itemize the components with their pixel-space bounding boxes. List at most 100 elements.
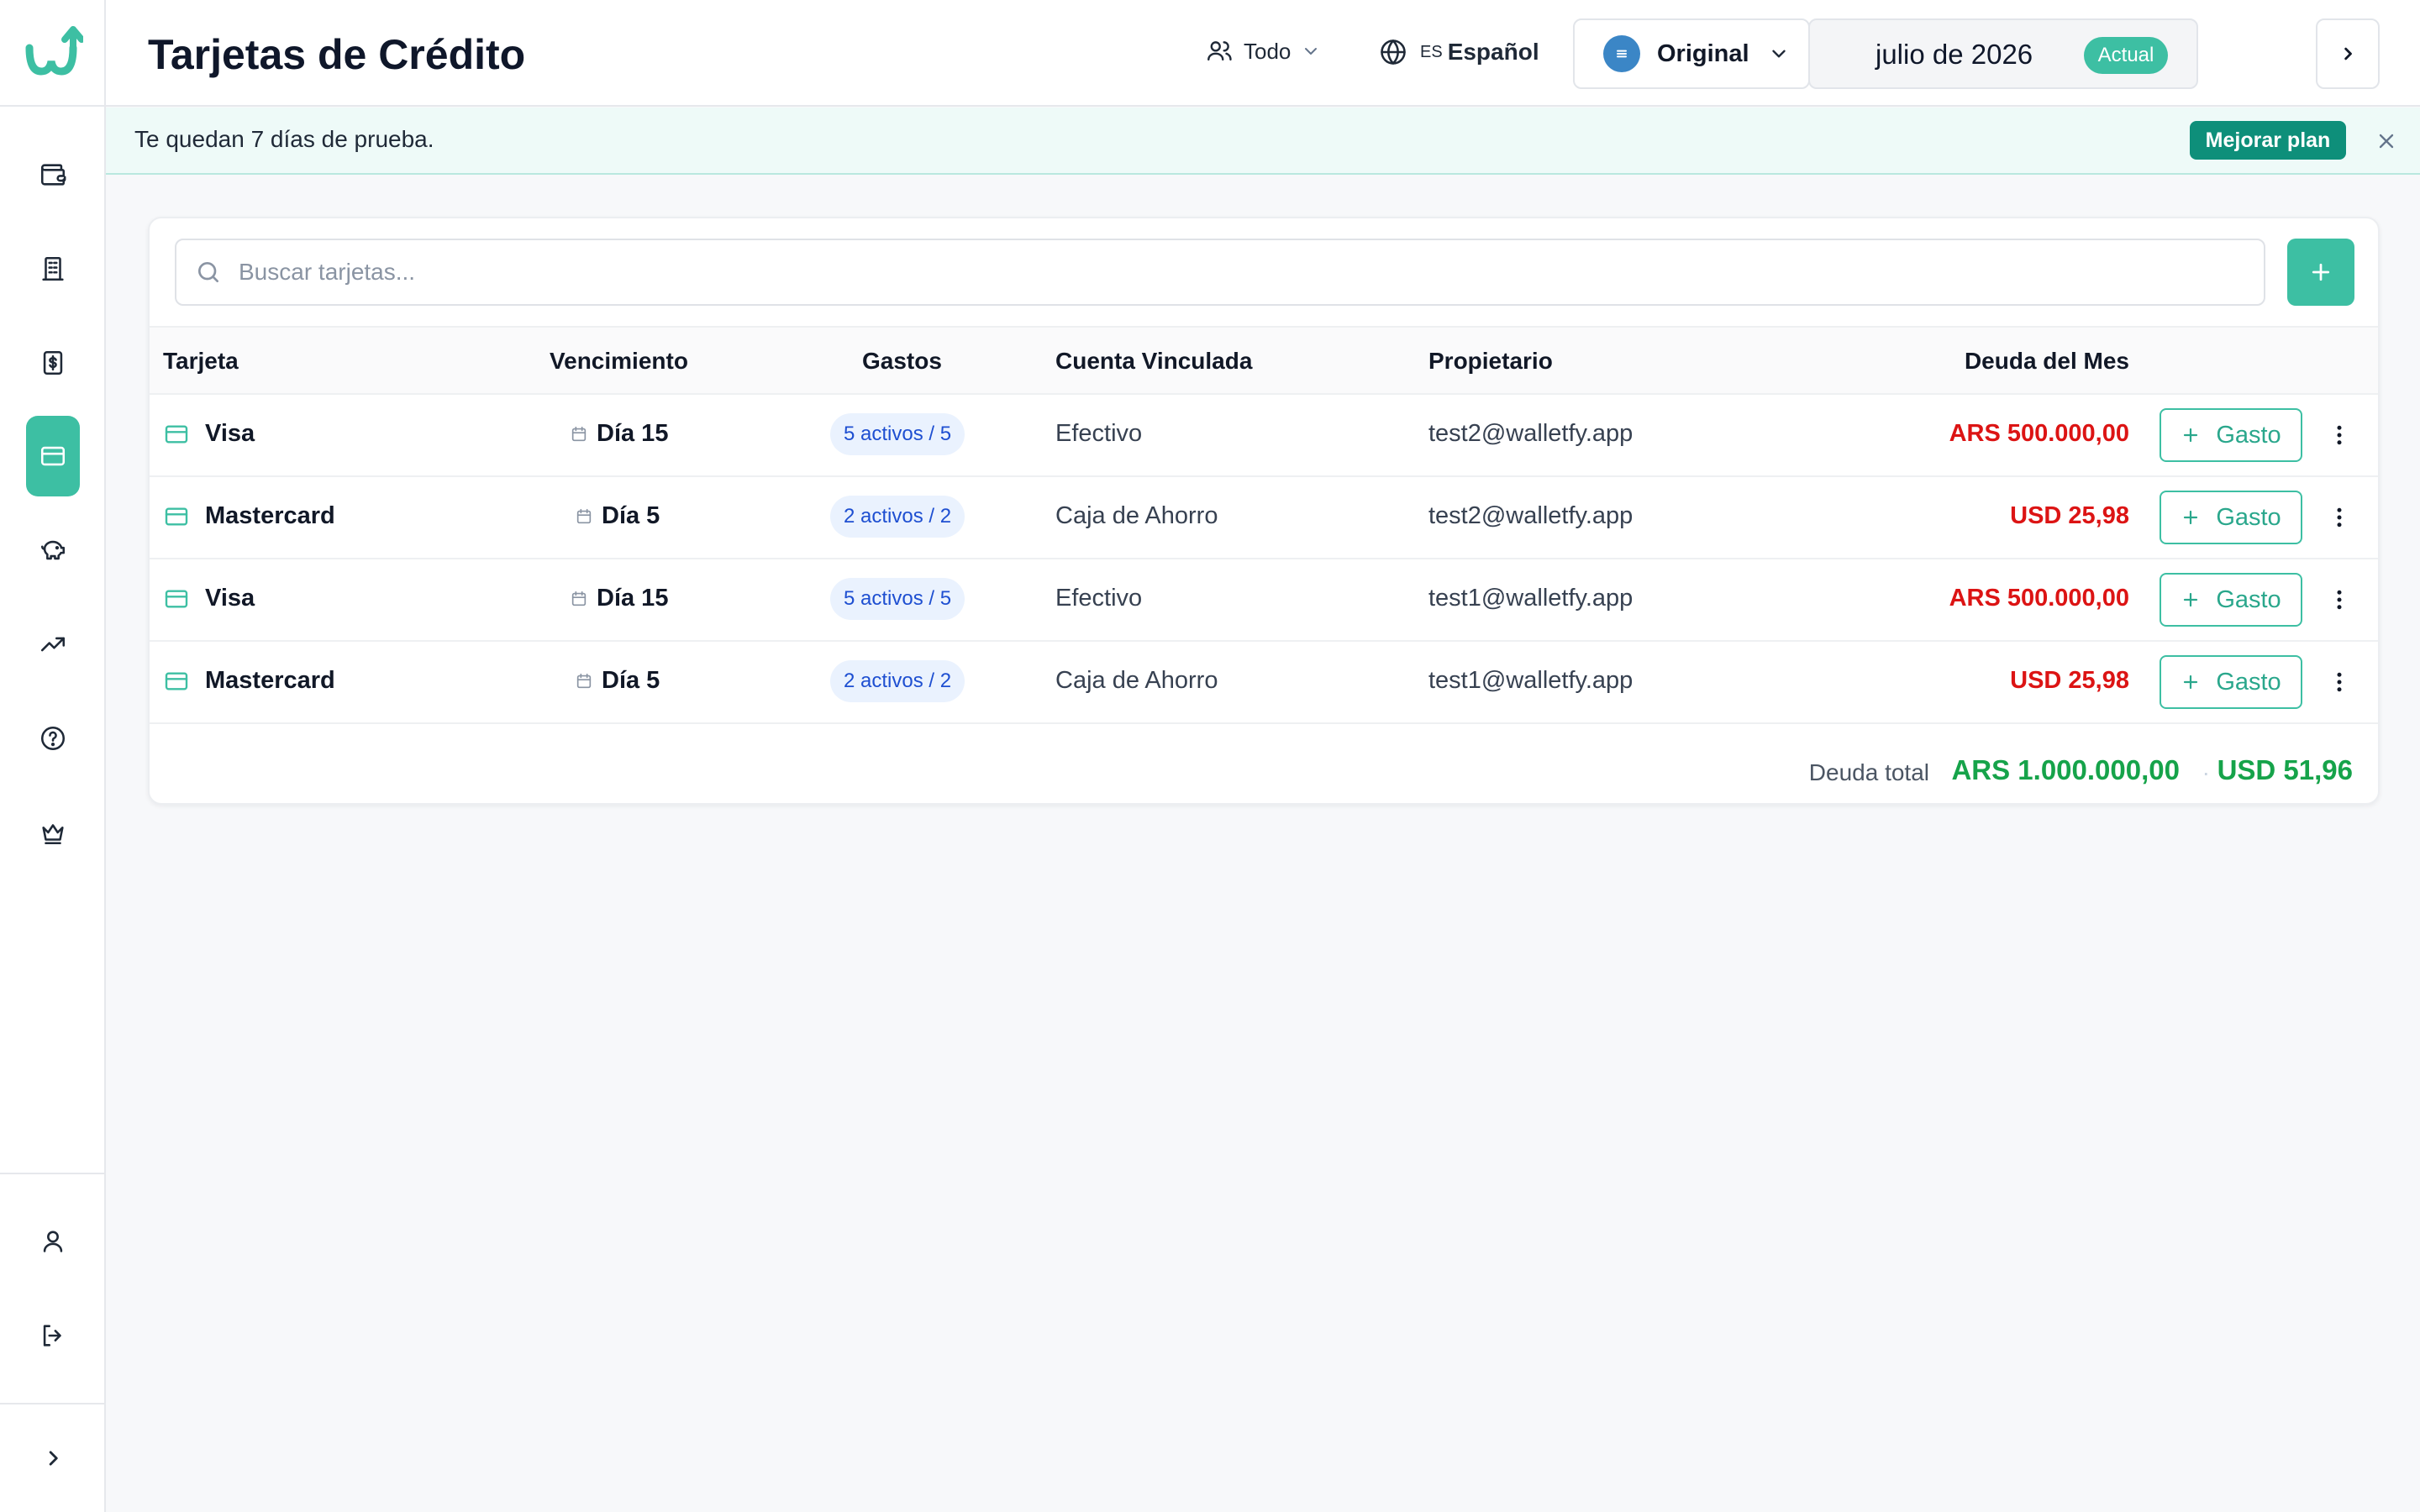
row-menu-button[interactable] [2323, 665, 2356, 699]
search-icon [198, 262, 218, 282]
table-row[interactable]: Mastercard Día 5 2 activos / 2 Caja de A… [150, 642, 2378, 724]
chevron-down-icon [1771, 50, 1786, 58]
linked-account: Caja de Ahorro [1055, 502, 1218, 529]
owner-email: test2@walletfy.app [1428, 420, 1634, 447]
add-expense-button[interactable]: Gasto [2160, 573, 2302, 627]
scope-label: Todo [1244, 38, 1292, 64]
linked-account: Caja de Ahorro [1055, 667, 1218, 694]
sidebar [0, 0, 106, 1512]
sidebar-item-profile[interactable] [26, 1201, 80, 1282]
chevron-right-icon [49, 1451, 58, 1466]
add-card-button[interactable] [2287, 239, 2354, 306]
table-row[interactable]: Visa Día 15 5 activos / 5 Efectivo test1… [150, 559, 2378, 642]
plus-icon [2184, 428, 2198, 443]
column-header-expenses[interactable]: Gastos [862, 348, 942, 375]
column-header-owner[interactable]: Propietario [1428, 348, 1553, 375]
column-header-debt[interactable]: Deuda del Mes [1965, 348, 2129, 375]
more-vertical-icon [2337, 672, 2342, 692]
row-menu-button[interactable] [2323, 501, 2356, 534]
sidebar-item-premium[interactable] [26, 792, 80, 873]
close-icon [2379, 134, 2394, 149]
add-expense-button[interactable]: Gasto [2160, 408, 2302, 462]
upgrade-plan-button[interactable]: Mejorar plan [2190, 121, 2346, 160]
plus-icon [2312, 263, 2330, 281]
sidebar-item-savings[interactable] [26, 510, 80, 591]
linked-account: Efectivo [1055, 420, 1143, 447]
month-debt: USD 25,98 [2010, 667, 2129, 694]
crown-icon [42, 824, 64, 845]
users-icon [1207, 41, 1232, 61]
bank-icon [42, 256, 64, 281]
sidebar-divider [0, 1173, 106, 1174]
row-menu-button[interactable] [2323, 583, 2356, 617]
plus-icon [2184, 592, 2198, 607]
row-menu-button[interactable] [2323, 418, 2356, 452]
sidebar-item-transactions[interactable] [26, 323, 80, 403]
credit-card-icon [165, 671, 188, 690]
owner-email: test1@walletfy.app [1428, 585, 1634, 612]
search-input[interactable] [239, 259, 2171, 286]
app-logo[interactable] [0, 0, 106, 107]
calendar-icon [571, 426, 587, 441]
view-mode-selector[interactable]: Original [1573, 18, 1810, 89]
linked-account: Efectivo [1055, 585, 1143, 612]
calendar-icon [571, 591, 587, 606]
calendar-icon [576, 508, 592, 523]
due-cell: Día 15 [570, 585, 668, 612]
owner-email: test2@walletfy.app [1428, 502, 1634, 529]
sidebar-item-accounts[interactable] [26, 228, 80, 309]
language-selector[interactable]: ES Español [1378, 37, 1539, 67]
trial-message: Te quedan 7 días de prueba. [134, 126, 434, 152]
scope-selector[interactable]: Todo [1205, 37, 1321, 66]
sidebar-item-wallets[interactable] [26, 134, 80, 215]
top-bar: Tarjetas de Crédito Todo ES Español Orig… [106, 0, 2420, 107]
search-box[interactable] [175, 239, 2265, 306]
expenses-badge[interactable]: 2 activos / 2 [830, 660, 965, 702]
sidebar-item-logout[interactable] [26, 1295, 80, 1376]
expenses-badge[interactable]: 5 activos / 5 [830, 578, 965, 620]
table-row[interactable]: Visa Día 15 5 activos / 5 Efectivo test2… [150, 395, 2378, 477]
due-cell: Día 5 [575, 667, 660, 695]
column-header-due[interactable]: Vencimiento [550, 348, 688, 375]
due-day: Día 15 [597, 420, 669, 447]
sidebar-item-credit-cards[interactable] [26, 416, 80, 496]
language-label: Español [1447, 39, 1539, 65]
month-debt: ARS 500.000,00 [1949, 420, 2129, 447]
expenses-badge[interactable]: 2 activos / 2 [830, 496, 965, 538]
next-month-button[interactable] [2316, 18, 2380, 89]
banner-close-button[interactable] [2370, 124, 2403, 158]
due-cell: Día 5 [575, 502, 660, 530]
column-header-account[interactable]: Cuenta Vinculada [1055, 348, 1252, 375]
credit-card-icon [165, 589, 188, 608]
credit-card-icon [40, 446, 66, 466]
logout-icon [43, 1325, 61, 1347]
month-display[interactable]: julio de 2026 Actual [1808, 18, 2198, 89]
due-day: Día 5 [602, 667, 660, 694]
sidebar-item-help[interactable] [26, 698, 80, 779]
sidebar-item-reports[interactable] [26, 604, 80, 685]
total-separator: · [2202, 759, 2210, 785]
column-header-card[interactable]: Tarjeta [163, 348, 239, 375]
table-header: Tarjeta Vencimiento Gastos Cuenta Vincul… [150, 326, 2378, 395]
owner-email: test1@walletfy.app [1428, 667, 1634, 694]
add-expense-label: Gasto [2216, 668, 2281, 696]
plus-icon [2184, 510, 2198, 525]
piggy-bank-icon [40, 540, 66, 560]
card-name: Mastercard [205, 502, 335, 529]
expenses-badge[interactable]: 5 activos / 5 [830, 413, 965, 455]
add-expense-button[interactable]: Gasto [2160, 491, 2302, 544]
table-row[interactable]: Mastercard Día 5 2 activos / 2 Caja de A… [150, 477, 2378, 559]
due-day: Día 15 [597, 585, 669, 612]
add-expense-button[interactable]: Gasto [2160, 655, 2302, 709]
card-name: Visa [205, 585, 255, 612]
add-expense-label: Gasto [2216, 585, 2281, 613]
more-vertical-icon [2337, 590, 2342, 610]
view-mode-icon [1603, 35, 1640, 72]
sidebar-expand-button[interactable] [26, 1418, 80, 1499]
walletfy-logo-icon [25, 25, 83, 76]
user-icon [43, 1231, 63, 1252]
month-debt: ARS 500.000,00 [1949, 585, 2129, 612]
dollar-receipt-icon [43, 350, 63, 375]
card-name-cell: Visa [163, 585, 255, 612]
total-debt-usd: USD 51,96 [2217, 754, 2353, 785]
